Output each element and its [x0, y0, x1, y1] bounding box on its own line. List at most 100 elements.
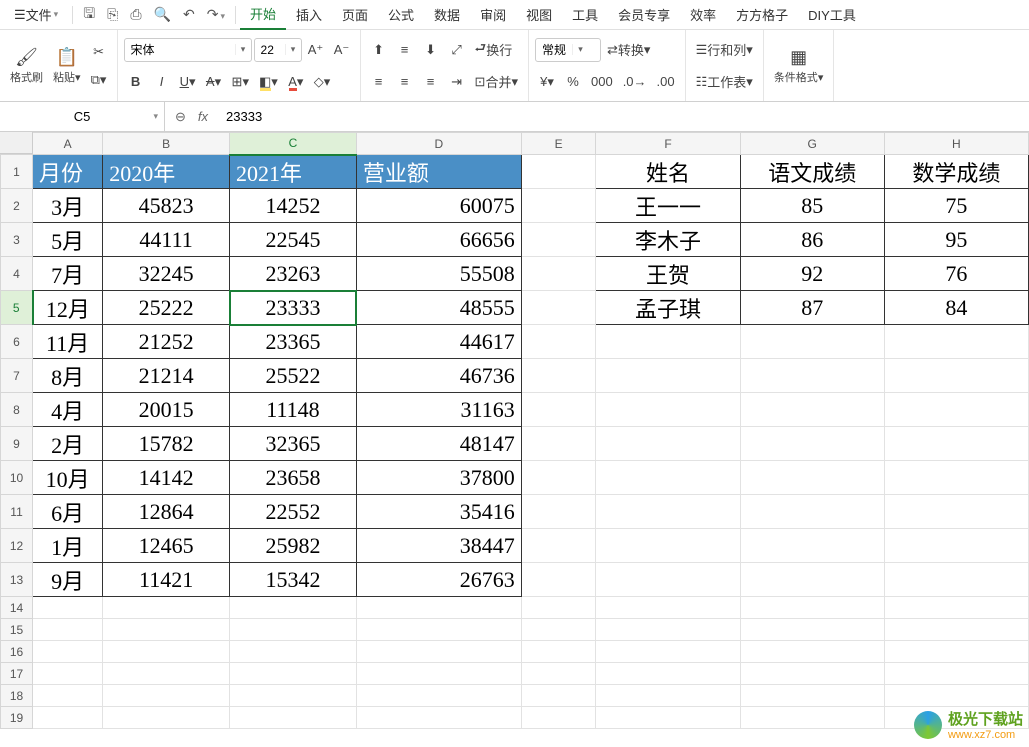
- row-header[interactable]: 9: [1, 427, 33, 461]
- cell[interactable]: [230, 597, 357, 619]
- cell[interactable]: [884, 641, 1028, 663]
- cell[interactable]: [740, 325, 884, 359]
- cell[interactable]: 5月: [33, 223, 103, 257]
- cell[interactable]: [740, 461, 884, 495]
- cell[interactable]: [33, 597, 103, 619]
- cell[interactable]: 7月: [33, 257, 103, 291]
- row-header[interactable]: 11: [1, 495, 33, 529]
- cell[interactable]: [884, 563, 1028, 597]
- cell[interactable]: [33, 707, 103, 729]
- paste-button[interactable]: 📋 粘贴▾: [49, 45, 85, 87]
- cell[interactable]: 语文成绩: [740, 155, 884, 189]
- tab-ffgz[interactable]: 方方格子: [726, 0, 798, 30]
- cell[interactable]: [521, 597, 596, 619]
- cut-button[interactable]: ✂: [87, 40, 111, 64]
- cell[interactable]: [33, 663, 103, 685]
- cell[interactable]: 15342: [230, 563, 357, 597]
- tab-page[interactable]: 页面: [332, 0, 378, 30]
- cell[interactable]: [103, 597, 230, 619]
- wrap-text-button[interactable]: ⮐ 换行: [471, 38, 517, 62]
- undo-icon[interactable]: ↶: [177, 6, 201, 23]
- rowcol-button[interactable]: ☰ 行和列▾: [692, 38, 757, 62]
- tab-formula[interactable]: 公式: [378, 0, 424, 30]
- row-header[interactable]: 14: [1, 597, 33, 619]
- cell[interactable]: 84: [884, 291, 1028, 325]
- cell[interactable]: [103, 663, 230, 685]
- cell[interactable]: [33, 685, 103, 707]
- cell[interactable]: 2月: [33, 427, 103, 461]
- align-middle-button[interactable]: ≡: [393, 38, 417, 62]
- cell[interactable]: [521, 641, 596, 663]
- cell[interactable]: 75: [884, 189, 1028, 223]
- format-painter-button[interactable]: 🖌 格式刷: [6, 45, 47, 87]
- row-header[interactable]: 5: [1, 291, 33, 325]
- cell[interactable]: 14142: [103, 461, 230, 495]
- cell[interactable]: 2021年: [230, 155, 357, 189]
- copy-button[interactable]: ⧉▾: [87, 68, 111, 92]
- fx-icon[interactable]: fx: [198, 109, 208, 124]
- cell[interactable]: 66656: [356, 223, 521, 257]
- tab-member[interactable]: 会员专享: [608, 0, 680, 30]
- cancel-icon[interactable]: ⊖: [175, 109, 186, 125]
- cell[interactable]: [103, 685, 230, 707]
- cell[interactable]: [521, 223, 596, 257]
- tab-home[interactable]: 开始: [240, 0, 286, 30]
- worksheet-button[interactable]: ☷ 工作表▾: [692, 70, 757, 94]
- merge-button[interactable]: ⊡ 合并▾: [471, 70, 522, 94]
- preview-icon[interactable]: 🔍: [148, 6, 177, 23]
- cell[interactable]: 26763: [356, 563, 521, 597]
- cond-format-button[interactable]: ▦ 条件格式▾: [770, 45, 828, 87]
- cell[interactable]: [740, 495, 884, 529]
- cell[interactable]: [596, 641, 740, 663]
- cell[interactable]: [596, 495, 740, 529]
- cell[interactable]: [596, 663, 740, 685]
- row-header[interactable]: 1: [1, 155, 33, 189]
- select-all-corner[interactable]: [0, 132, 33, 154]
- cell[interactable]: 12465: [103, 529, 230, 563]
- cell[interactable]: [884, 663, 1028, 685]
- cell[interactable]: [884, 461, 1028, 495]
- cell[interactable]: [596, 529, 740, 563]
- print-icon[interactable]: ⎙: [124, 6, 147, 23]
- number-format-select[interactable]: 常规▾: [535, 38, 601, 62]
- tab-diy[interactable]: DIY工具: [798, 0, 866, 30]
- cell[interactable]: [521, 189, 596, 223]
- cell[interactable]: [103, 641, 230, 663]
- increase-font-button[interactable]: A⁺: [304, 38, 328, 62]
- cell[interactable]: 姓名: [596, 155, 740, 189]
- increase-decimal-button[interactable]: .0→: [619, 70, 651, 94]
- save-icon[interactable]: 🖫: [77, 3, 101, 27]
- cell[interactable]: [740, 427, 884, 461]
- cell[interactable]: 月份: [33, 155, 103, 189]
- cell[interactable]: 25522: [230, 359, 357, 393]
- borders-button[interactable]: ⊞▾: [228, 70, 253, 94]
- cell[interactable]: 32365: [230, 427, 357, 461]
- cell[interactable]: 32245: [103, 257, 230, 291]
- cell[interactable]: 37800: [356, 461, 521, 495]
- orientation-button[interactable]: ⤢: [445, 38, 469, 62]
- cell[interactable]: 22545: [230, 223, 357, 257]
- row-header[interactable]: 4: [1, 257, 33, 291]
- cell[interactable]: 12月: [33, 291, 103, 325]
- tab-view[interactable]: 视图: [516, 0, 562, 30]
- cell[interactable]: 4月: [33, 393, 103, 427]
- align-right-button[interactable]: ≡: [419, 70, 443, 94]
- fill-color-button[interactable]: ◧▾: [255, 70, 282, 94]
- column-header-H[interactable]: H: [884, 133, 1028, 155]
- cell[interactable]: [596, 707, 740, 729]
- column-header-A[interactable]: A: [33, 133, 103, 155]
- cell[interactable]: [230, 707, 357, 729]
- cell[interactable]: 44111: [103, 223, 230, 257]
- cell[interactable]: [521, 619, 596, 641]
- cell[interactable]: [521, 707, 596, 729]
- cell[interactable]: [230, 685, 357, 707]
- cell[interactable]: [356, 619, 521, 641]
- row-header[interactable]: 16: [1, 641, 33, 663]
- font-color-button[interactable]: A▾: [284, 70, 308, 94]
- cell[interactable]: 55508: [356, 257, 521, 291]
- row-header[interactable]: 7: [1, 359, 33, 393]
- decrease-decimal-button[interactable]: .00: [653, 70, 679, 94]
- cell[interactable]: [596, 597, 740, 619]
- column-header-C[interactable]: C: [230, 133, 357, 155]
- cell[interactable]: [740, 359, 884, 393]
